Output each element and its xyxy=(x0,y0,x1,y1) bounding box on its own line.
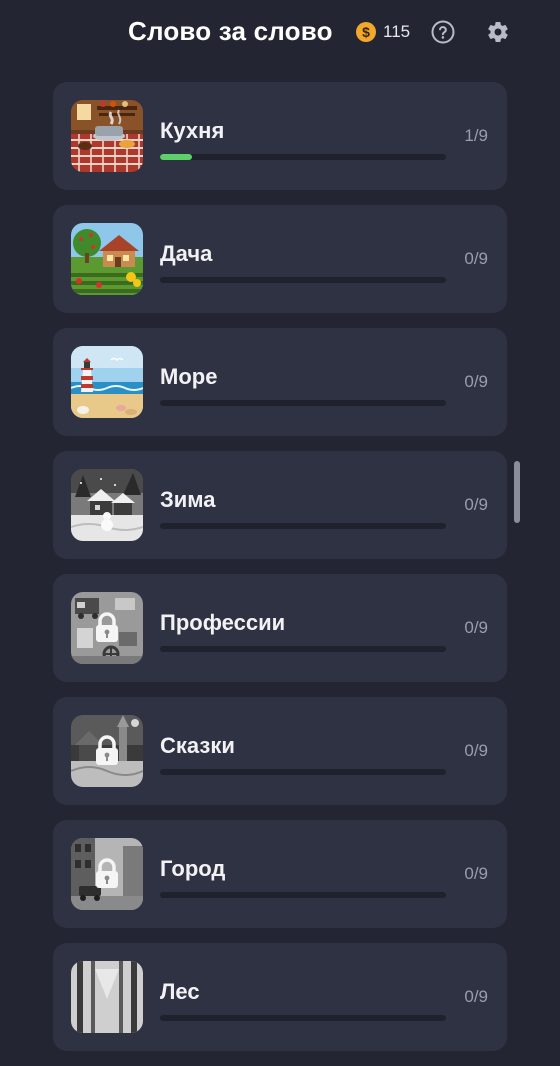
app-title: Слово за слово xyxy=(128,16,333,46)
top-bar: Слово за слово $ 115 xyxy=(0,0,560,66)
category-card-forest[interactable]: Лес 0/9 xyxy=(53,943,507,1051)
level-count: 0/9 xyxy=(464,249,488,268)
question-circle-icon[interactable] xyxy=(431,20,455,44)
fairy-tales-thumbnail xyxy=(71,715,143,787)
scrollbar-thumb[interactable] xyxy=(514,461,520,523)
progress-bar xyxy=(160,154,446,160)
category-name: Кухня xyxy=(160,118,225,143)
category-card-dacha[interactable]: Дача 0/9 xyxy=(53,205,507,313)
coin-icon: $ xyxy=(356,22,376,42)
category-name: Профессии xyxy=(160,610,286,635)
progress-bar xyxy=(160,277,446,283)
category-card-fairy-tales[interactable]: Сказки 0/9 xyxy=(53,697,507,805)
kitchen-thumbnail xyxy=(71,100,143,172)
category-card-city[interactable]: Город 0/9 xyxy=(53,820,507,928)
progress-bar xyxy=(160,646,446,652)
level-count: 0/9 xyxy=(464,741,488,760)
category-name: Лес xyxy=(160,979,200,1004)
sea-lighthouse-thumbnail xyxy=(71,346,143,418)
professions-thumbnail xyxy=(71,592,143,664)
progress-bar xyxy=(160,523,446,529)
city-thumbnail xyxy=(71,838,143,910)
category-list: Кухня 1/9 Дача 0/9 Море 0/9 Зима 0/9 Про… xyxy=(53,82,507,1066)
progress-bar xyxy=(160,400,446,406)
category-name: Город xyxy=(160,856,226,881)
progress-bar xyxy=(160,892,446,898)
category-card-winter[interactable]: Зима 0/9 xyxy=(53,451,507,559)
category-name: Дача xyxy=(160,241,213,266)
coin-balance: 115 xyxy=(383,22,411,41)
level-count: 0/9 xyxy=(464,618,488,637)
category-card-professions[interactable]: Профессии 0/9 xyxy=(53,574,507,682)
gear-icon[interactable] xyxy=(486,20,510,44)
category-name: Зима xyxy=(160,487,216,512)
country-house-thumbnail xyxy=(71,223,143,295)
category-name: Море xyxy=(160,364,218,389)
progress-bar xyxy=(160,1015,446,1021)
progress-fill xyxy=(160,154,192,160)
forest-thumbnail xyxy=(71,961,143,1033)
category-name: Сказки xyxy=(160,733,235,758)
category-card-kitchen[interactable]: Кухня 1/9 xyxy=(53,82,507,190)
winter-village-thumbnail xyxy=(71,469,143,541)
level-count: 0/9 xyxy=(464,864,488,883)
category-card-sea[interactable]: Море 0/9 xyxy=(53,328,507,436)
level-count: 0/9 xyxy=(464,495,488,514)
progress-bar xyxy=(160,769,446,775)
level-count: 0/9 xyxy=(464,987,488,1006)
level-count: 0/9 xyxy=(464,372,488,391)
level-count: 1/9 xyxy=(464,126,488,145)
